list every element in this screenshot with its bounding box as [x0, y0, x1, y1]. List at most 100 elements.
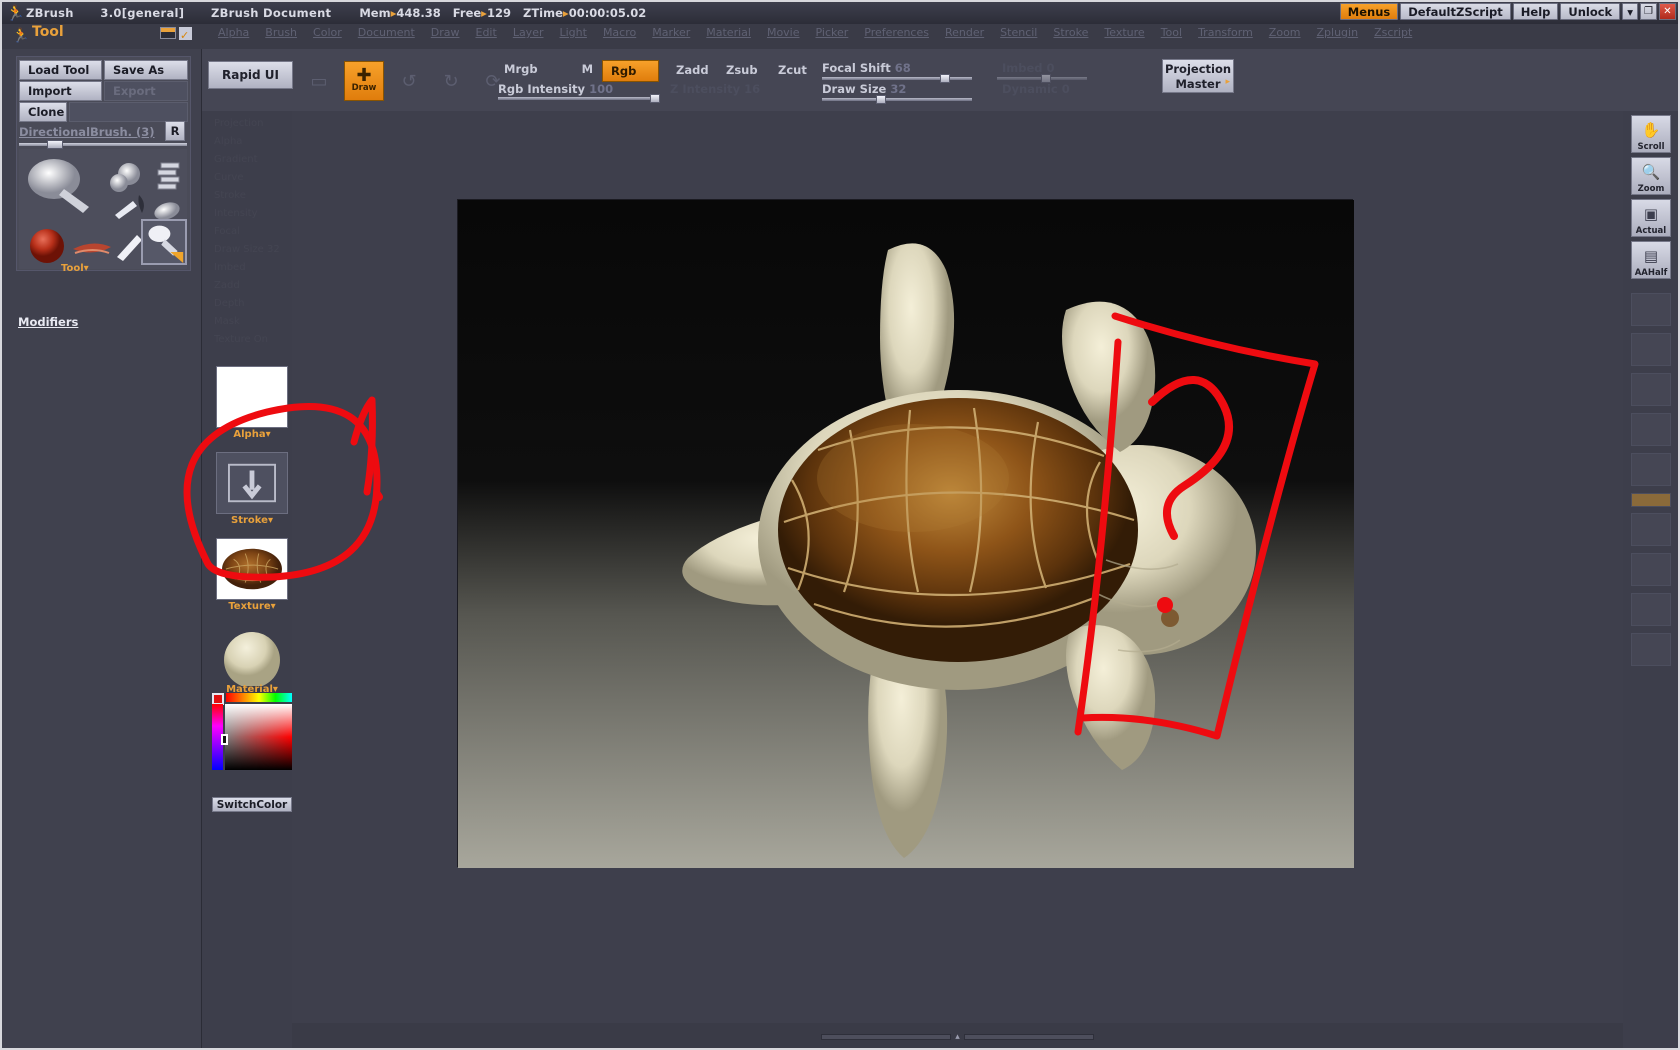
top-toolbar: Rapid UI ▭ ✚ Draw ↺ ↻ ⟳ Mrgb M Rgb Inten…: [202, 49, 1678, 111]
menu-item-zoom[interactable]: Zoom: [1261, 26, 1309, 39]
switch-color-button[interactable]: SwitchColor: [212, 797, 292, 812]
zoom-nav-button[interactable]: 🔍 Zoom: [1631, 157, 1671, 195]
right-dim-slot-highlight[interactable]: [1631, 493, 1671, 507]
projection-master-button[interactable]: Projection Master ▸: [1162, 59, 1234, 93]
stroke-swatch[interactable]: Stroke▾: [216, 452, 288, 526]
right-dim-slot-6[interactable]: [1631, 513, 1671, 546]
right-dim-slot-2[interactable]: [1631, 333, 1671, 366]
brush-scroll-track[interactable]: [19, 143, 187, 146]
left-strip-dim-2: Gradient: [214, 154, 292, 165]
help-button[interactable]: Help: [1513, 3, 1559, 20]
color-picker[interactable]: [212, 693, 292, 771]
menu-item-edit[interactable]: Edit: [468, 26, 505, 39]
rgb-intensity-knob[interactable]: [650, 94, 660, 103]
right-dim-slot-7[interactable]: [1631, 553, 1671, 586]
right-dim-slot-5[interactable]: [1631, 453, 1671, 486]
default-zscript-button[interactable]: DefaultZScript: [1400, 3, 1511, 20]
menu-item-stroke[interactable]: Stroke: [1045, 26, 1096, 39]
menu-item-transform[interactable]: Transform: [1190, 26, 1261, 39]
makepolymesh-button[interactable]: [69, 102, 188, 122]
right-dim-slot-8[interactable]: [1631, 593, 1671, 626]
menu-item-zplugin[interactable]: Zplugin: [1309, 26, 1367, 39]
load-tool-button[interactable]: Load Tool: [19, 60, 102, 80]
menu-item-picker[interactable]: Picker: [808, 26, 857, 39]
canvas-area[interactable]: [292, 111, 1623, 1023]
menu-item-texture[interactable]: Texture: [1096, 26, 1152, 39]
menu-item-color[interactable]: Color: [305, 26, 350, 39]
menu-item-alpha[interactable]: Alpha: [210, 26, 257, 39]
rgb-button[interactable]: Rgb: [602, 60, 659, 82]
export-button[interactable]: Export: [104, 81, 188, 101]
brush-scroll-knob[interactable]: [47, 140, 63, 149]
scrollbar-track-left[interactable]: [821, 1034, 951, 1040]
scroll-nav-button[interactable]: ✋ Scroll: [1631, 115, 1671, 153]
menu-item-preferences[interactable]: Preferences: [856, 26, 937, 39]
right-dim-slot-3[interactable]: [1631, 373, 1671, 406]
menus-button[interactable]: Menus: [1340, 3, 1398, 20]
selected-tool-thumb[interactable]: [141, 219, 187, 265]
stroke-thumbnail[interactable]: [216, 452, 288, 514]
right-dim-slot-9[interactable]: [1631, 633, 1671, 666]
m-button[interactable]: M: [576, 61, 599, 77]
hue-strip-top[interactable]: [226, 693, 292, 702]
alpha-swatch[interactable]: Alpha▾: [216, 366, 288, 440]
texture-swatch[interactable]: Texture▾: [216, 538, 288, 612]
rgb-intensity-row: Rgb Intensity 100: [498, 82, 613, 96]
mrgb-button[interactable]: Mrgb: [498, 61, 544, 77]
menu-item-draw[interactable]: Draw: [423, 26, 468, 39]
restore-config-button[interactable]: R: [165, 121, 185, 141]
menu-item-light[interactable]: Light: [551, 26, 594, 39]
menu-item-layer[interactable]: Layer: [505, 26, 552, 39]
draw-size-slider[interactable]: [822, 98, 972, 101]
right-dim-slot-4[interactable]: [1631, 413, 1671, 446]
menu-item-brush[interactable]: Brush: [257, 26, 305, 39]
dim-slider-knob[interactable]: [1041, 74, 1051, 83]
texture-thumbnail[interactable]: [216, 538, 288, 600]
scroll-up-arrow-icon[interactable]: ▴: [955, 1032, 960, 1042]
focal-shift-slider[interactable]: [822, 77, 972, 80]
document-canvas[interactable]: [457, 199, 1353, 867]
menu-item-document[interactable]: Document: [350, 26, 423, 39]
zsub-button[interactable]: Zsub: [720, 62, 764, 78]
rapid-ui-button[interactable]: Rapid UI: [208, 61, 293, 89]
aahalf-button[interactable]: ▤ AAHalf: [1631, 241, 1671, 279]
left-strip-dim-5: Intensity: [214, 208, 292, 219]
right-dim-slot-1[interactable]: [1631, 293, 1671, 326]
menu-item-marker[interactable]: Marker: [644, 26, 698, 39]
material-swatch[interactable]: Material▾: [216, 624, 288, 695]
menu-item-tool[interactable]: Tool: [1153, 26, 1190, 39]
import-button[interactable]: Import: [19, 81, 102, 101]
focal-shift-knob[interactable]: [940, 74, 950, 83]
save-as-button[interactable]: Save As: [104, 60, 188, 80]
dim-slider[interactable]: [997, 77, 1087, 80]
menu-item-material[interactable]: Material: [698, 26, 759, 39]
edit-mode-icon[interactable]: ▭: [302, 64, 336, 98]
scrollbar-track-right[interactable]: [964, 1034, 1094, 1040]
draw-size-knob[interactable]: [876, 95, 886, 104]
unlock-button[interactable]: Unlock: [1560, 3, 1620, 20]
menu-item-render[interactable]: Render: [937, 26, 992, 39]
zcut-button[interactable]: Zcut: [772, 62, 813, 78]
color-strip-icon[interactable]: [160, 27, 176, 39]
chevron-down-icon[interactable]: ▾: [1622, 3, 1638, 20]
color-cursor[interactable]: [221, 734, 228, 745]
saturation-value-field[interactable]: [225, 704, 292, 770]
move-mode-icon[interactable]: ↺: [392, 64, 426, 98]
checkmark-icon[interactable]: [179, 27, 192, 40]
menu-item-zscript[interactable]: Zscript: [1366, 26, 1420, 39]
rgb-intensity-slider[interactable]: [498, 97, 658, 100]
alpha-thumbnail[interactable]: [216, 366, 288, 428]
restore-window-icon[interactable]: ❐: [1640, 3, 1657, 20]
menu-item-macro[interactable]: Macro: [595, 26, 644, 39]
menu-item-movie[interactable]: Movie: [759, 26, 808, 39]
draw-mode-button[interactable]: ✚ Draw: [344, 61, 384, 101]
zadd-button[interactable]: Zadd: [670, 62, 715, 78]
close-window-icon[interactable]: ✕: [1659, 3, 1676, 20]
modifiers-section-header[interactable]: Modifiers: [18, 315, 78, 329]
material-thumbnail[interactable]: [216, 624, 288, 686]
canvas-scrollbar[interactable]: ▴: [292, 1030, 1623, 1044]
scale-mode-icon[interactable]: ↻: [434, 64, 468, 98]
clone-button[interactable]: Clone: [19, 102, 67, 122]
menu-item-stencil[interactable]: Stencil: [992, 26, 1045, 39]
actual-size-button[interactable]: ▣ Actual: [1631, 199, 1671, 237]
